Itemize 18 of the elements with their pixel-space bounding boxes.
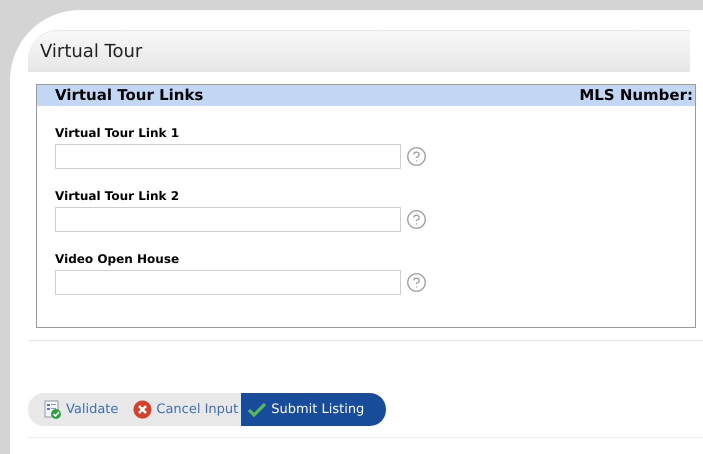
- validate-button[interactable]: Validate: [28, 393, 122, 426]
- mls-number-label: MLS Number:: [579, 85, 693, 106]
- page-title: Virtual Tour: [40, 40, 142, 64]
- input-field[interactable]: [55, 270, 401, 295]
- checkmark-icon: [248, 402, 266, 416]
- field-label: Video Open House: [55, 252, 180, 267]
- submit-button[interactable]: Submit Listing: [241, 393, 386, 426]
- field-label: Virtual Tour Link 2: [55, 189, 180, 204]
- help-icon[interactable]: [406, 209, 427, 230]
- cancel-icon: [133, 400, 152, 419]
- input-field[interactable]: [55, 207, 401, 232]
- checklist-icon: [44, 400, 62, 420]
- help-icon[interactable]: [406, 272, 427, 293]
- input-field[interactable]: [55, 144, 401, 169]
- cancel-button[interactable]: Cancel Input: [121, 393, 242, 426]
- section-title: Virtual Tour Links: [55, 85, 204, 106]
- field-label: Virtual Tour Link 1: [55, 126, 180, 141]
- help-icon[interactable]: [406, 146, 427, 167]
